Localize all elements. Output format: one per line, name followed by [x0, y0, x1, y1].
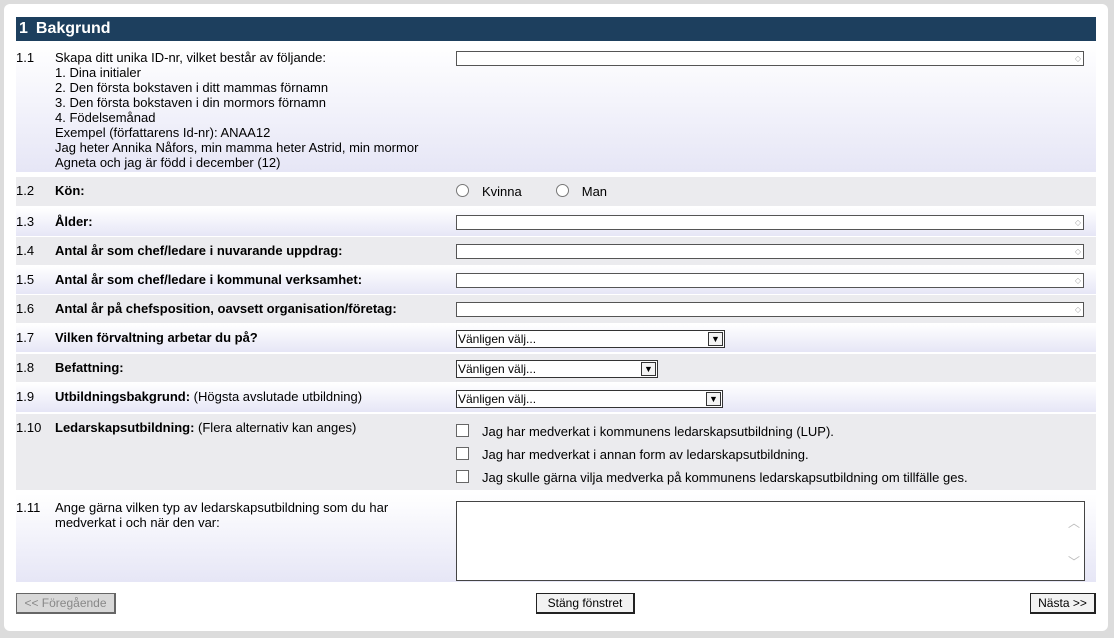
question-line: medverkat i och när den var:	[55, 515, 220, 530]
close-window-button[interactable]: Stäng fönstret	[536, 593, 635, 614]
question-label: Utbildningsbakgrund:	[55, 389, 191, 404]
previous-button[interactable]: << Föregående	[16, 593, 116, 614]
question-text: Utbildningsbakgrund: (Högsta avslutade u…	[55, 389, 450, 404]
years-current-input[interactable]: ◇	[456, 244, 1084, 259]
section-header: 1 Bakgrund	[16, 17, 1096, 41]
question-label: Antal år på chefsposition, oavsett organ…	[55, 301, 397, 316]
checkbox-other[interactable]	[456, 447, 469, 460]
question-line: Jag heter Annika Nåfors, min mamma heter…	[55, 140, 419, 155]
question-row-1-7: 1.7 Vilken förvaltning arbetar du på? Vä…	[16, 324, 1096, 352]
question-label: Antal år som chef/ledare i kommunal verk…	[55, 272, 363, 287]
question-note: (Högsta avslutade utbildning)	[193, 389, 363, 404]
question-line: 3. Den första bokstaven i din mormors fö…	[55, 95, 326, 110]
spinner-icon: ◇	[1074, 54, 1081, 63]
next-button[interactable]: Nästa >>	[1030, 593, 1096, 614]
checkbox-label: Jag har medverkat i kommunens ledarskaps…	[482, 424, 834, 439]
question-row-1-9: 1.9 Utbildningsbakgrund: (Högsta avsluta…	[16, 383, 1096, 412]
spinner-icon: ◇	[1074, 305, 1081, 314]
question-number: 1.11	[16, 500, 41, 515]
section-title: Bakgrund	[35, 20, 111, 37]
age-input[interactable]: ◇	[456, 215, 1084, 230]
question-text: Befattning:	[55, 360, 450, 375]
question-text: Ange gärna vilken typ av ledarskapsutbil…	[55, 500, 450, 530]
question-text: Antal år på chefsposition, oavsett organ…	[55, 301, 450, 316]
checkbox-label: Jag har medverkat i annan form av ledars…	[482, 447, 809, 462]
checkbox-option: Jag har medverkat i annan form av ledars…	[456, 447, 809, 462]
education-select[interactable]: Vänligen välj... ▼	[456, 390, 723, 408]
question-number: 1.9	[16, 389, 35, 404]
question-text: Ledarskapsutbildning: (Flera alternativ …	[55, 420, 450, 435]
question-row-1-8: 1.8 Befattning: Vänligen välj... ▼	[16, 354, 1096, 382]
question-text: Antal år som chef/ledare i nuvarande upp…	[55, 243, 450, 258]
question-label: Kön:	[55, 183, 85, 198]
question-row-1-6: 1.6 Antal år på chefsposition, oavsett o…	[16, 295, 1096, 323]
question-label: Ledarskapsutbildning:	[55, 420, 195, 435]
question-line: 4. Födelsemånad	[55, 110, 156, 125]
question-line: Agneta och jag är född i december (12)	[55, 155, 281, 170]
question-text: Ålder:	[55, 214, 450, 229]
question-number: 1.7	[16, 330, 35, 345]
question-label: Befattning:	[55, 360, 124, 375]
checkbox-lup[interactable]	[456, 424, 469, 437]
question-number: 1.2	[16, 183, 35, 198]
checkbox-interest[interactable]	[456, 470, 469, 483]
question-line: 1. Dina initialer	[55, 65, 141, 80]
years-any-input[interactable]: ◇	[456, 302, 1084, 317]
question-number: 1.3	[16, 214, 35, 229]
question-row-1-3: 1.3 Ålder: ◇	[16, 208, 1096, 236]
checkbox-option: Jag skulle gärna vilja medverka på kommu…	[456, 470, 968, 485]
radio-man[interactable]	[555, 184, 569, 197]
question-number: 1.4	[16, 243, 35, 258]
question-row-1-2: 1.2 Kön: Kvinna Man	[16, 177, 1096, 206]
select-value: Vänligen välj...	[458, 392, 537, 406]
section-number: 1	[19, 20, 28, 37]
position-select[interactable]: Vänligen välj... ▼	[456, 360, 658, 378]
checkbox-label: Jag skulle gärna vilja medverka på kommu…	[482, 470, 968, 485]
spinner-icon: ◇	[1074, 276, 1081, 285]
question-number: 1.8	[16, 360, 35, 375]
chevron-down-icon[interactable]: ▼	[706, 392, 721, 406]
question-number: 1.5	[16, 272, 35, 287]
question-line: 2. Den första bokstaven i ditt mammas fö…	[55, 80, 329, 95]
department-select[interactable]: Vänligen välj... ▼	[456, 330, 725, 348]
question-text: Kön:	[55, 183, 450, 198]
question-line: Exempel (författarens Id-nr): ANAA12	[55, 125, 271, 140]
spinner-icon: ◇	[1074, 247, 1081, 256]
question-row-1-5: 1.5 Antal år som chef/ledare i kommunal …	[16, 266, 1096, 294]
radio-kvinna[interactable]	[456, 184, 469, 197]
select-value: Vänligen välj...	[458, 332, 537, 346]
education-details-textarea[interactable]: ︿ ﹀	[456, 501, 1085, 581]
id-number-input[interactable]: ◇	[456, 51, 1084, 66]
question-row-1-10: 1.10 Ledarskapsutbildning: (Flera altern…	[16, 414, 1096, 490]
question-note: (Flera alternativ kan anges)	[198, 420, 357, 435]
question-line: Skapa ditt unika ID-nr, vilket består av…	[55, 50, 326, 65]
select-value: Vänligen välj...	[458, 362, 537, 376]
chevron-down-icon[interactable]: ▼	[641, 362, 656, 376]
question-number: 1.10	[16, 420, 42, 435]
spinner-icon: ◇	[1074, 218, 1081, 227]
question-number: 1.6	[16, 301, 35, 316]
question-text: Vilken förvaltning arbetar du på?	[55, 330, 450, 345]
scroll-down-icon[interactable]: ﹀	[1068, 553, 1080, 570]
question-label: Vilken förvaltning arbetar du på?	[55, 330, 258, 345]
radio-label: Kvinna	[482, 184, 522, 199]
question-text: Skapa ditt unika ID-nr, vilket består av…	[55, 50, 450, 170]
scroll-up-icon[interactable]: ︿	[1068, 514, 1080, 531]
question-row-1-4: 1.4 Antal år som chef/ledare i nuvarande…	[16, 237, 1096, 265]
question-row-1-1: 1.1 Skapa ditt unika ID-nr, vilket bestå…	[16, 44, 1096, 172]
checkbox-option: Jag har medverkat i kommunens ledarskaps…	[456, 424, 834, 439]
question-row-1-11: 1.11 Ange gärna vilken typ av ledarskaps…	[16, 494, 1096, 582]
radio-label: Man	[581, 184, 608, 199]
question-number: 1.1	[16, 50, 35, 65]
question-text: Antal år som chef/ledare i kommunal verk…	[55, 272, 450, 287]
question-line: Ange gärna vilken typ av ledarskapsutbil…	[55, 500, 389, 515]
question-label: Ålder:	[55, 214, 93, 229]
gender-options: Kvinna Man	[456, 184, 607, 199]
years-municipal-input[interactable]: ◇	[456, 273, 1084, 288]
question-label: Antal år som chef/ledare i nuvarande upp…	[55, 243, 343, 258]
chevron-down-icon[interactable]: ▼	[708, 332, 723, 346]
